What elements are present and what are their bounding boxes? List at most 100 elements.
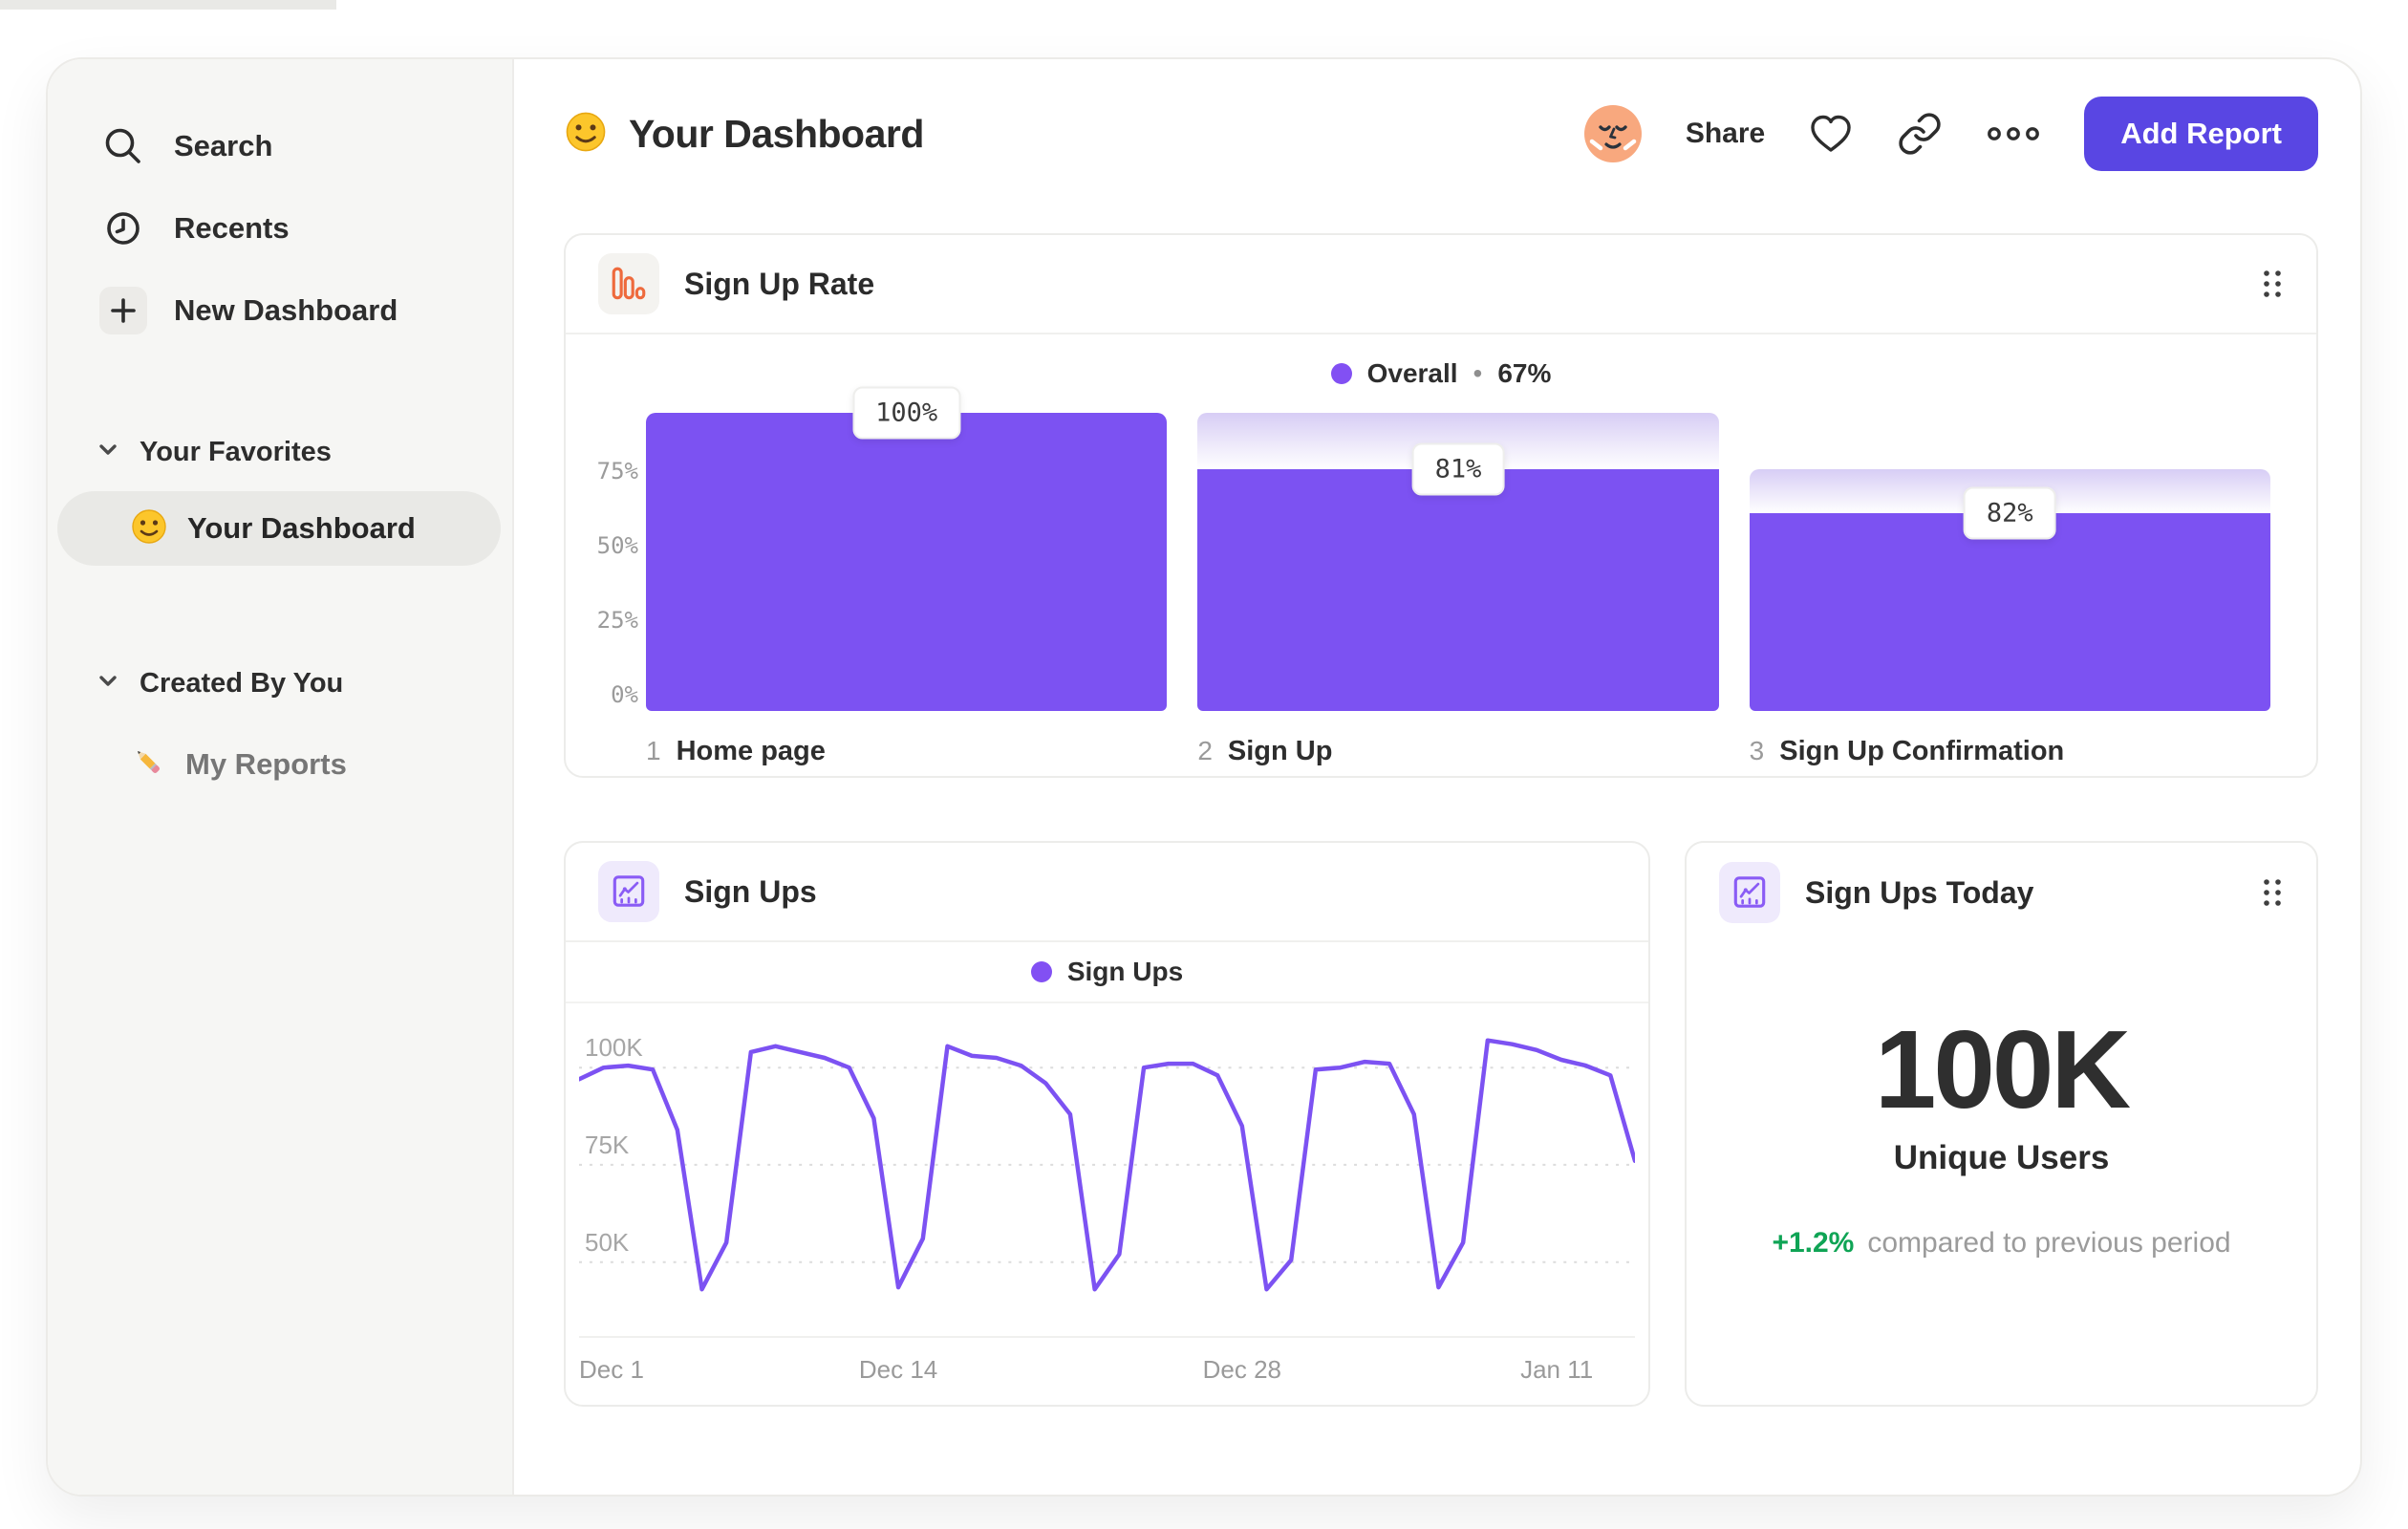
line-x-tick: Dec 1 bbox=[579, 1355, 644, 1384]
drag-handle-icon[interactable] bbox=[2261, 268, 2284, 300]
sidebar-item-label: My Reports bbox=[185, 747, 347, 781]
line-chart-icon bbox=[1719, 862, 1780, 923]
step-name: Sign Up bbox=[1227, 736, 1333, 766]
line-x-tick: Jan 11 bbox=[1520, 1355, 1594, 1384]
legend-series-name: Overall bbox=[1366, 358, 1458, 388]
search-icon bbox=[99, 122, 147, 170]
funnel-y-axis: 75% 50% 25% 0% bbox=[585, 413, 638, 711]
bar-chart-icon bbox=[598, 253, 659, 314]
sidebar-item-my-reports[interactable]: My Reports bbox=[57, 734, 501, 795]
sidebar-item-search[interactable]: Search bbox=[48, 105, 512, 187]
legend-separator: • bbox=[1473, 358, 1483, 388]
funnel-y-tick: 75% bbox=[596, 458, 638, 485]
sidebar-item-label: Recents bbox=[174, 211, 290, 245]
sign-ups-today-card-header: Sign Ups Today bbox=[1687, 843, 2316, 942]
delta-percent: +1.2% bbox=[1772, 1227, 1855, 1259]
funnel-value-chip: 82% bbox=[1963, 486, 2056, 540]
funnel-legend[interactable]: Overall • 67% bbox=[566, 334, 2316, 413]
sidebar-item-new-dashboard[interactable]: New Dashboard bbox=[48, 269, 512, 352]
step-index: 1 bbox=[646, 736, 661, 765]
share-button[interactable]: Share bbox=[1686, 118, 1765, 150]
add-report-button[interactable]: Add Report bbox=[2084, 97, 2318, 171]
funnel-step-label: 1 Home page bbox=[646, 736, 1167, 767]
funnel-bar-fill bbox=[646, 413, 1168, 711]
pencil-emoji bbox=[130, 743, 168, 786]
funnel-bar[interactable]: 100% bbox=[646, 386, 1168, 711]
legend-series-name: Sign Ups bbox=[1066, 957, 1184, 986]
sidebar-section-created-by-you: Created By You My Reports bbox=[48, 657, 512, 795]
section-label: Created By You bbox=[140, 667, 344, 699]
step-index: 3 bbox=[1749, 736, 1765, 765]
section-label: Your Favorites bbox=[140, 436, 332, 467]
step-name: Sign Up Confirmation bbox=[1779, 736, 2065, 766]
line-x-tick: Dec 14 bbox=[858, 1355, 938, 1384]
funnel-step-labels: 1 Home page 2 Sign Up 3 Sign Up Confirmation bbox=[566, 711, 2316, 767]
sign-ups-today-card: Sign Ups Today 100K Unique Users +1.2% c… bbox=[1685, 841, 2318, 1407]
drag-handle-icon[interactable] bbox=[2261, 876, 2284, 909]
card-title: Sign Ups bbox=[684, 873, 817, 909]
link-icon[interactable] bbox=[1897, 111, 1943, 157]
card-title: Sign Up Rate bbox=[684, 266, 875, 301]
sidebar-item-recents[interactable]: Recents bbox=[48, 187, 512, 269]
legend-overall-value: 67% bbox=[1497, 358, 1552, 388]
page-title: Your Dashboard bbox=[629, 111, 924, 156]
line-x-tick: Dec 28 bbox=[1202, 1355, 1282, 1384]
sign-ups-card: Sign Ups Sign Ups 100K 75K 50K Dec 1 Dec 14… bbox=[564, 841, 1650, 1407]
card-title: Sign Ups Today bbox=[1805, 874, 2034, 910]
avatar[interactable] bbox=[1582, 103, 1644, 164]
smiley-emoji bbox=[130, 507, 168, 550]
line-y-tick: 50K bbox=[585, 1227, 630, 1257]
line-chart-icon bbox=[598, 861, 659, 922]
legend-dot bbox=[1030, 961, 1052, 982]
stat-body: 100K Unique Users +1.2% compared to prev… bbox=[1687, 942, 2316, 1405]
sidebar-item-label: New Dashboard bbox=[174, 293, 398, 327]
plus-icon bbox=[99, 287, 147, 334]
funnel-bar-fill bbox=[1197, 469, 1719, 711]
smiley-emoji bbox=[564, 110, 608, 159]
funnel-chart: 75% 50% 25% 0% 100% 81% 82% bbox=[566, 386, 2316, 711]
background-window-edge bbox=[0, 0, 336, 10]
step-name: Home page bbox=[676, 736, 826, 766]
sign-up-rate-card: Sign Up Rate Overall • 67% 75% 50% 25% 0% 1… bbox=[564, 233, 2318, 778]
legend-dot bbox=[1330, 363, 1352, 384]
more-options-icon[interactable] bbox=[1985, 125, 2042, 142]
favorites-section-header[interactable]: Your Favorites bbox=[48, 426, 512, 478]
sidebar-item-your-dashboard[interactable]: Your Dashboard bbox=[57, 491, 501, 566]
sidebar-section-favorites: Your Favorites Your Dashboard bbox=[48, 426, 512, 566]
app-window: Search Recents New Dashboard Your Favori… bbox=[46, 57, 2362, 1497]
funnel-step-label: 2 Sign Up bbox=[1197, 736, 1718, 767]
funnel-bar[interactable]: 81% bbox=[1197, 413, 1719, 711]
funnel-value-chip: 100% bbox=[852, 386, 961, 440]
delta-caption: compared to previous period bbox=[1867, 1227, 2231, 1259]
clock-icon bbox=[99, 205, 147, 252]
line-y-tick: 75K bbox=[585, 1130, 630, 1159]
stat-value: 100K bbox=[1874, 1007, 2131, 1131]
sign-up-rate-card-header: Sign Up Rate bbox=[566, 235, 2316, 334]
sign-ups-card-header: Sign Ups bbox=[566, 843, 1648, 942]
funnel-y-tick: 0% bbox=[611, 681, 638, 708]
stat-delta: +1.2% compared to previous period bbox=[1772, 1227, 2230, 1260]
funnel-y-tick: 25% bbox=[596, 607, 638, 634]
sidebar-item-label: Search bbox=[174, 129, 273, 162]
funnel-plot: 100% 81% 82% bbox=[646, 386, 2270, 711]
sign-ups-line bbox=[579, 1038, 1635, 1292]
funnel-y-tick: 50% bbox=[596, 532, 638, 559]
line-x-axis: Dec 1 Dec 14 Dec 28 Jan 11 bbox=[579, 1336, 1635, 1399]
dashboard-header: Your Dashboard Share Add Report bbox=[564, 88, 2318, 180]
line-legend[interactable]: Sign Ups bbox=[566, 942, 1648, 1003]
sidebar-item-label: Your Dashboard bbox=[187, 511, 416, 545]
chevron-down-icon bbox=[97, 443, 118, 462]
funnel-bar[interactable]: 82% bbox=[1749, 413, 2270, 711]
funnel-value-chip: 81% bbox=[1411, 442, 1505, 496]
heart-icon[interactable] bbox=[1807, 112, 1855, 156]
line-chart: 100K 75K 50K bbox=[579, 1003, 1635, 1336]
line-y-tick: 100K bbox=[585, 1033, 643, 1063]
main-content: Your Dashboard Share Add Report Sign Up … bbox=[514, 59, 2360, 1495]
funnel-bar-fill bbox=[1749, 512, 2270, 711]
step-index: 2 bbox=[1197, 736, 1213, 765]
funnel-step-label: 3 Sign Up Confirmation bbox=[1750, 736, 2270, 767]
sidebar: Search Recents New Dashboard Your Favori… bbox=[48, 59, 514, 1495]
created-by-you-section-header[interactable]: Created By You bbox=[48, 657, 512, 709]
stat-subtitle: Unique Users bbox=[1893, 1139, 2110, 1176]
chevron-down-icon bbox=[97, 675, 118, 693]
